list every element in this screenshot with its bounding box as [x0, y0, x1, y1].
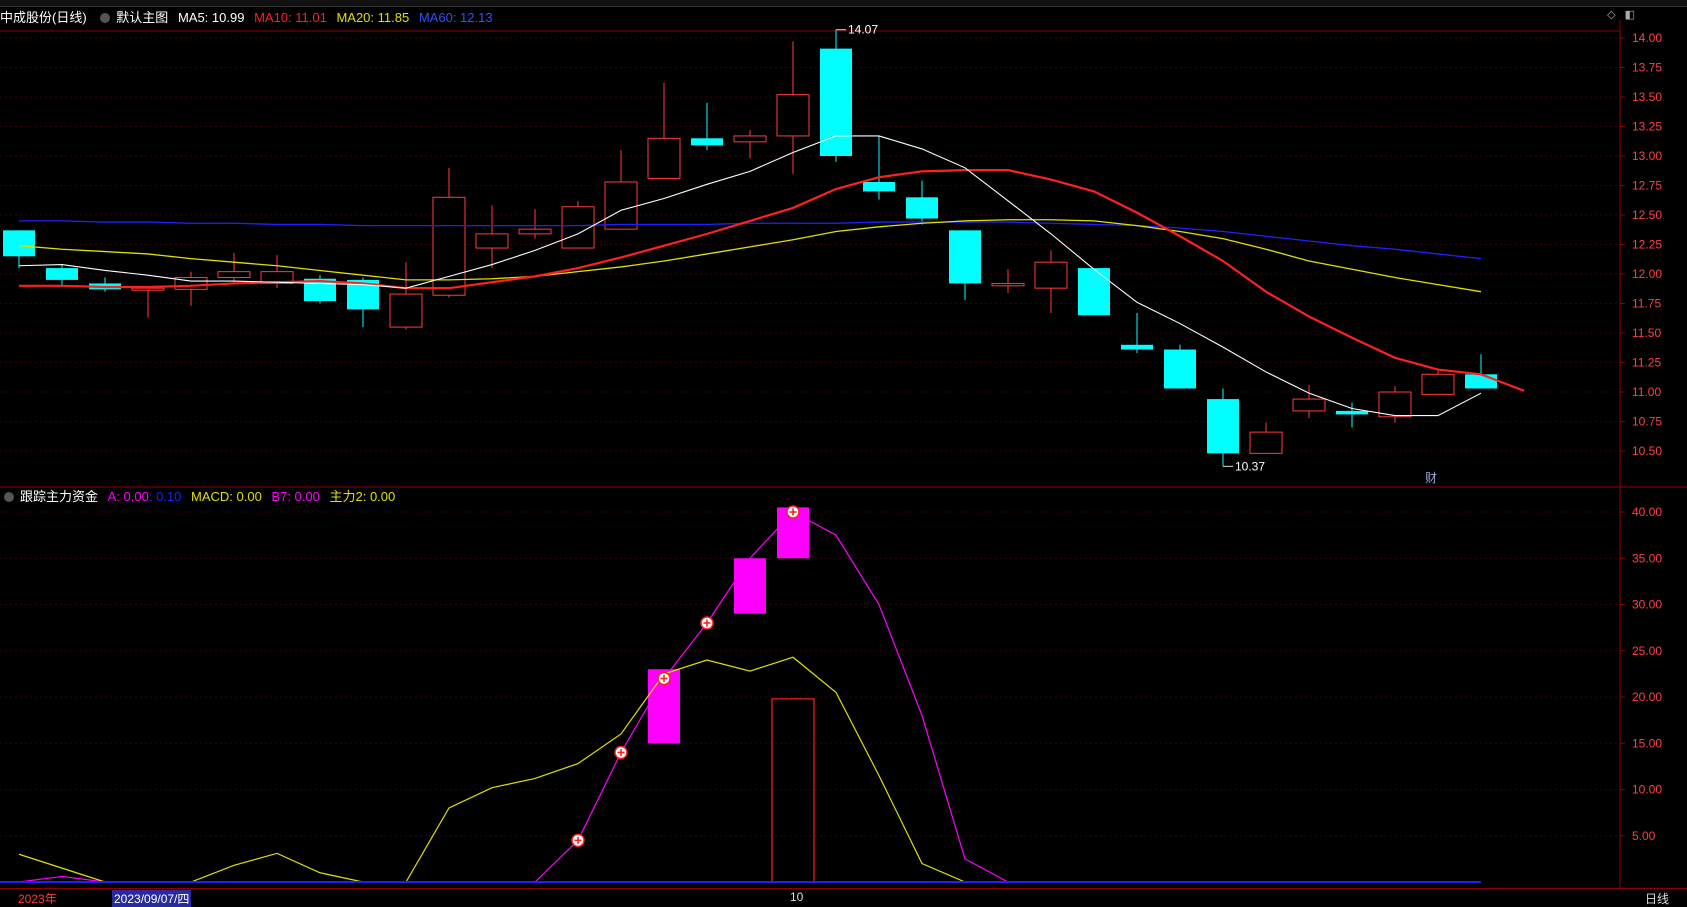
- ma10-line: [19, 169, 1525, 392]
- series-b7-line: [18, 656, 1481, 883]
- indicator-tick-label: 30.00: [1632, 598, 1662, 612]
- candle-body: [389, 293, 423, 328]
- tab-daily[interactable]: 日线: [1645, 890, 1669, 907]
- low-label: 10.37: [1235, 459, 1265, 473]
- main-tick-label: 14.00: [1632, 31, 1662, 45]
- candle-body: [733, 135, 767, 143]
- main-tick-label: 13.00: [1632, 149, 1662, 163]
- candle-body: [1378, 391, 1412, 418]
- candle-body: [46, 268, 78, 280]
- cai-marker: 财: [1425, 471, 1437, 485]
- candle-body: [1465, 374, 1497, 389]
- candle-body: [1421, 373, 1455, 395]
- candle-body: [518, 228, 552, 235]
- candle-body: [604, 181, 638, 230]
- indicator-tick-label: 20.00: [1632, 690, 1662, 704]
- main-tick-label: 12.00: [1632, 267, 1662, 281]
- candle-body: [991, 282, 1025, 287]
- candle-body: [863, 181, 895, 192]
- candle-body: [1292, 398, 1326, 412]
- indicator-tick-label: 40.00: [1632, 505, 1662, 519]
- main-tick-label: 12.25: [1632, 238, 1662, 252]
- main-tick-label: 11.50: [1632, 326, 1661, 340]
- year-label: 2023年: [18, 892, 57, 906]
- candle-body: [1034, 261, 1068, 289]
- chart-canvas[interactable]: 10.50 10.75 11.00 11.25 11.50 11.75 12.00 12.25…: [0, 0, 1687, 888]
- cursor-date: 2023/09/07/四: [112, 890, 192, 907]
- main-tick-label: 12.75: [1632, 179, 1662, 193]
- main-tick-label: 13.25: [1632, 120, 1662, 134]
- indicator-tick-label: 5.00: [1632, 829, 1656, 843]
- magenta-bar: [734, 558, 766, 614]
- candle-body: [776, 94, 810, 137]
- indicator-tick-label: 10.00: [1632, 783, 1662, 797]
- main-tick-label: 13.50: [1632, 90, 1662, 104]
- candle-body: [131, 287, 165, 291]
- candle-body: [1121, 344, 1153, 350]
- main-tick-label: 11.25: [1632, 356, 1661, 370]
- candle-body: [1207, 399, 1239, 454]
- candle-body: [1078, 268, 1110, 316]
- high-label: 14.07: [848, 23, 878, 37]
- candle-body: [3, 230, 35, 257]
- bottom-time-axis: 2023年 2023/09/07/四 10 日线: [0, 888, 1687, 907]
- candle-body: [906, 197, 938, 219]
- candle-body: [691, 138, 723, 146]
- indicator-tick-label: 35.00: [1632, 551, 1662, 565]
- month-marker: 10: [790, 890, 804, 904]
- main-tick-label: 11.75: [1632, 297, 1661, 311]
- candle-body: [949, 230, 981, 284]
- candle-body: [217, 271, 251, 279]
- indicator-tick-label: 25.00: [1632, 644, 1662, 658]
- candle-body: [1336, 410, 1368, 415]
- main-tick-label: 10.50: [1632, 444, 1662, 458]
- ma60-line: [19, 220, 1482, 260]
- main-tick-label: 10.75: [1632, 415, 1662, 429]
- red-volume-bar: [771, 698, 815, 883]
- candle-body: [1164, 349, 1196, 389]
- candle-body: [647, 137, 681, 179]
- candle-body: [1249, 431, 1283, 454]
- main-tick-label: 12.50: [1632, 208, 1662, 222]
- main-tick-label: 11.00: [1632, 385, 1661, 399]
- main-tick-label: 13.75: [1632, 61, 1662, 75]
- indicator-tick-label: 15.00: [1632, 736, 1662, 750]
- candle-body: [475, 233, 509, 249]
